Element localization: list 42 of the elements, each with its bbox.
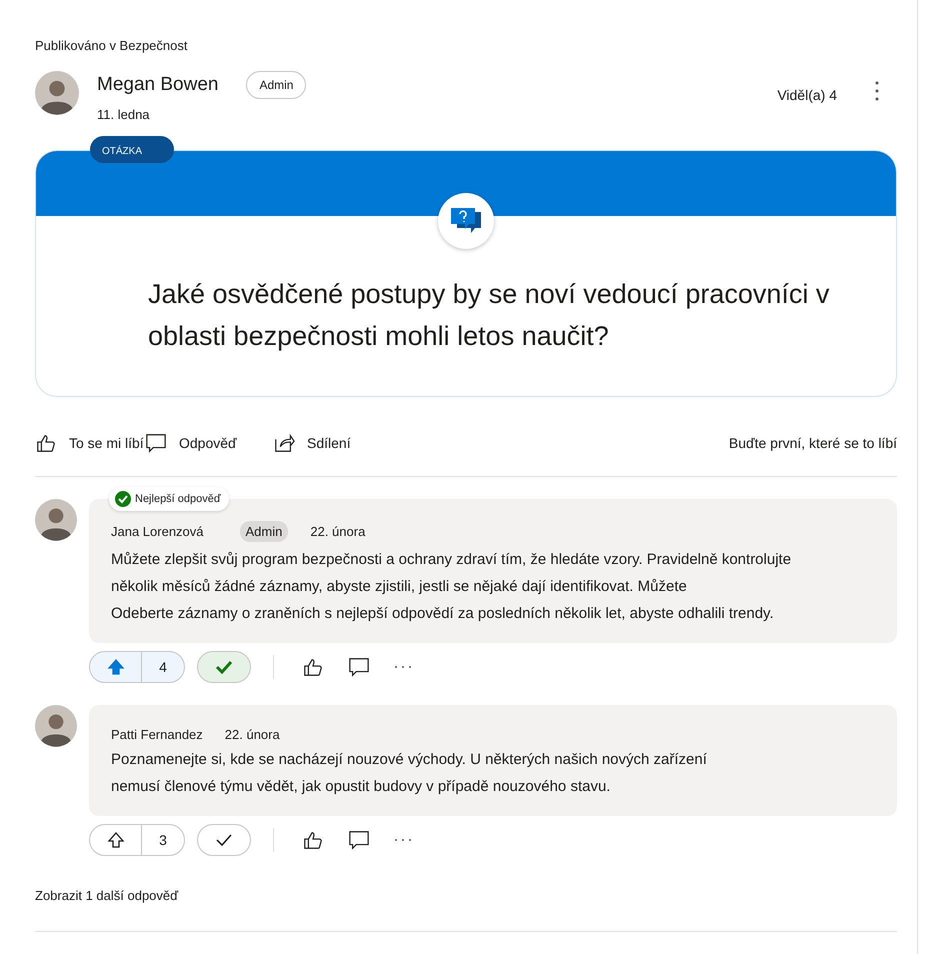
post-date: 11. ledna: [97, 107, 151, 122]
reply-text: Můžete zlepšit svůj program bezpečnosti a ochrany zdraví tím, že hledáte vzory. Pravidelně kontrolujte několik měsíců žádné záznamy, abyste zjistili, jestli se nějaké dají identifikovat. Můžete Odeberte záznamy o zraněních s nejlepší odpovědí za posledních několik let, abyste odhalili trendy.: [111, 550, 792, 624]
like-summary: Buďte první, které se to líbí: [728, 435, 897, 451]
reply-text: Poznamenejte si, kde se nacházejí nouzové východy. U některých našich nových zařízení nemusí členové týmu vědět, jak opustit budovy v případě nouzového stavu.: [111, 750, 708, 797]
upvote-control[interactable]: 3: [89, 824, 185, 856]
share-button[interactable]: Sdílení: [273, 432, 393, 454]
mark-best-button[interactable]: [197, 651, 251, 683]
view-count: Viděl(a) 4: [777, 87, 837, 103]
comment-icon: [145, 432, 167, 454]
reply-date: 22. února: [224, 727, 280, 742]
share-icon: [273, 432, 295, 454]
up-arrow-icon: [106, 831, 124, 849]
reply-date: 22. února: [310, 524, 366, 539]
comment-icon: [348, 829, 370, 851]
check-icon: [215, 833, 233, 847]
more-options-icon[interactable]: [875, 81, 879, 101]
reply-author: Jana Lorenzová: [111, 524, 204, 539]
up-arrow-icon: [106, 658, 124, 676]
author-name: Megan Bowen: [97, 74, 218, 96]
thumbs-up-icon: [302, 656, 324, 678]
reply-author: Patti Fernandez: [111, 727, 203, 742]
reply-button[interactable]: Odpověď: [145, 432, 273, 454]
avatar: [35, 499, 77, 541]
vote-count: 4: [158, 659, 168, 675]
question-text: Jaké osvědčené postupy by se noví vedoucí pracovníci v oblasti bezpečnosti mohli letos naučit?: [148, 278, 830, 353]
avatar: [35, 705, 77, 747]
role-badge: Admin: [240, 521, 288, 542]
show-more-link[interactable]: Zobrazit 1 další odpověď: [35, 888, 897, 932]
thumbs-up-icon: [302, 829, 324, 851]
check-icon: [215, 660, 233, 674]
like-button[interactable]: To se mi líbí: [35, 432, 145, 454]
thumbs-up-icon: [35, 432, 57, 454]
comment-icon: [348, 656, 370, 678]
role-badge: Admin: [246, 71, 306, 99]
vote-count: 3: [158, 832, 168, 848]
question-tag: OTÁZKA: [90, 136, 174, 163]
upvote-control[interactable]: 4: [89, 651, 185, 683]
avatar: [35, 71, 79, 115]
question-icon: [438, 193, 494, 249]
check-circle-icon: [115, 491, 131, 507]
best-answer-label: Nejlepší odpověď: [135, 493, 221, 505]
posted-in-text: Publikováno v Bezpečnost: [35, 38, 188, 53]
